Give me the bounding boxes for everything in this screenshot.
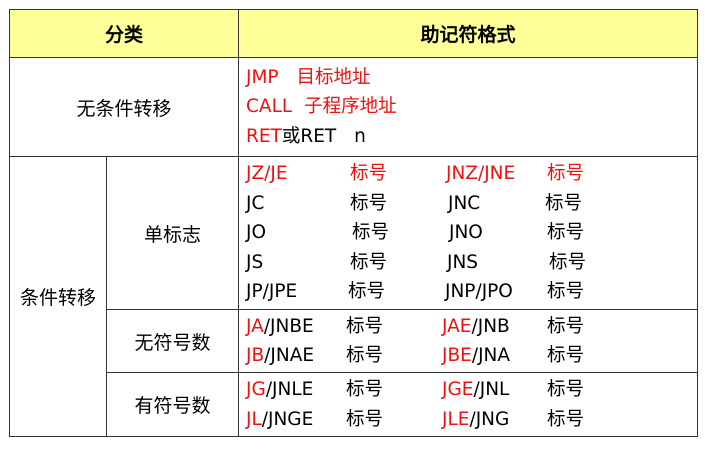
line-jc: JC 标号 JNC 标号 bbox=[246, 189, 697, 219]
tag-jb: 标号 bbox=[346, 345, 384, 366]
line-jb: JB/JNAE 标号 JBE/JNA 标号 bbox=[246, 341, 697, 371]
line-jo: JO 标号 JNO 标号 bbox=[246, 218, 697, 248]
jump-instruction-table: 分类 助记符格式 无条件转移 JMP 目标地址 CALL 子程序地址 RET或R… bbox=[8, 9, 699, 437]
line-ja: JA/JNBE 标号 JAE/JNB 标号 bbox=[246, 312, 697, 342]
tag-jg: 标号 bbox=[346, 379, 384, 400]
line-jp: JP/JPE 标号 JNP/JPO 标号 bbox=[246, 277, 697, 307]
tag-jo: 标号 bbox=[352, 222, 390, 244]
or-text: 或 bbox=[281, 125, 301, 147]
header-category: 分类 bbox=[8, 9, 240, 58]
arg-n: n bbox=[354, 125, 366, 147]
subcategory-single-flag: 单标志 bbox=[105, 156, 240, 310]
unsigned-content: JA/JNBE 标号 JAE/JNB 标号 JB/JNAE 标号 JBE/JNA… bbox=[238, 309, 699, 373]
op-jnl: /JNL bbox=[473, 379, 510, 400]
op-jz: JZ/JE bbox=[246, 163, 288, 185]
tag-jl: 标号 bbox=[346, 408, 384, 430]
op-jns: JNS bbox=[447, 251, 479, 273]
op-jno: JNO bbox=[449, 222, 483, 244]
op-jge: JGE bbox=[442, 379, 474, 400]
subcategory-signed: 有符号数 bbox=[105, 372, 240, 437]
op-jng: /JNG bbox=[469, 408, 510, 430]
op-js: JS bbox=[246, 251, 264, 273]
op-jle: JLE bbox=[442, 408, 470, 430]
unconditional-content: JMP 目标地址 CALL 子程序地址 RET或RET n bbox=[238, 57, 699, 157]
line-jl: JL/JNGE 标号 JLE/JNG 标号 bbox=[246, 405, 697, 435]
op-jg: JG bbox=[246, 379, 266, 400]
op-call: CALL bbox=[246, 96, 293, 118]
op-jae: JAE bbox=[442, 315, 472, 337]
signed-content: JG/JNLE 标号 JGE/JNL 标号 JL/JNGE 标号 JLE/JNG… bbox=[238, 372, 699, 437]
tag-jc: 标号 bbox=[350, 192, 388, 214]
op-jc: JC bbox=[246, 192, 265, 214]
op-jnb: /JNB bbox=[471, 315, 510, 337]
op-jna: /JNA bbox=[471, 345, 511, 366]
op-ja: JA bbox=[246, 315, 264, 337]
row-unconditional: 无条件转移 JMP 目标地址 CALL 子程序地址 RET或RET n bbox=[8, 57, 699, 157]
op-jp: JP/JPE bbox=[246, 281, 298, 303]
op-jnle: /JNLE bbox=[265, 379, 314, 400]
header-row: 分类 助记符格式 bbox=[8, 9, 699, 58]
tag-jno: 标号 bbox=[547, 222, 585, 244]
op-jnc: JNC bbox=[448, 192, 481, 214]
tag-jnz: 标号 bbox=[547, 163, 585, 185]
op-jnz: JNZ/JNE bbox=[446, 163, 516, 185]
op-jmp: JMP bbox=[246, 66, 279, 88]
line-jmp: JMP 目标地址 bbox=[246, 63, 697, 93]
op-jnae: /JNAE bbox=[264, 345, 315, 366]
op-ret-n: RET bbox=[300, 125, 337, 147]
category-unconditional: 无条件转移 bbox=[8, 57, 240, 157]
op-ret: RET bbox=[246, 125, 282, 147]
line-ret: RET或RET n bbox=[246, 122, 697, 152]
single-flag-content: JZ/JE 标号 JNZ/JNE 标号 JC 标号 JNC 标号 JO 标号 J… bbox=[238, 156, 699, 310]
op-jo: JO bbox=[246, 222, 267, 244]
line-jg: JG/JNLE 标号 JGE/JNL 标号 bbox=[246, 375, 697, 405]
op-jnbe: /JNBE bbox=[263, 315, 314, 337]
tag-jnc: 标号 bbox=[545, 192, 583, 214]
line-call: CALL 子程序地址 bbox=[246, 92, 697, 122]
tag-jle: 标号 bbox=[547, 408, 585, 430]
tag-jnp: 标号 bbox=[547, 281, 585, 303]
tag-jp: 标号 bbox=[348, 281, 386, 303]
op-jl: JL bbox=[246, 408, 262, 430]
line-jz: JZ/JE 标号 JNZ/JNE 标号 bbox=[246, 159, 697, 189]
tag-jz: 标号 bbox=[350, 163, 388, 185]
row-signed: 有符号数 JG/JNLE 标号 JGE/JNL 标号 JL/JNGE 标号 JL… bbox=[10, 372, 699, 437]
line-js: JS 标号 JNS 标号 bbox=[246, 248, 697, 278]
subcategory-unsigned: 无符号数 bbox=[105, 309, 240, 373]
tag-jbe: 标号 bbox=[547, 345, 585, 366]
tag-jge: 标号 bbox=[547, 379, 585, 400]
arg-subroutine-address: 子程序地址 bbox=[304, 96, 397, 118]
category-conditional: 条件转移 bbox=[9, 156, 107, 437]
op-jb: JB bbox=[246, 345, 265, 366]
op-jbe: JBE bbox=[442, 345, 472, 366]
row-unsigned: 无符号数 JA/JNBE 标号 JAE/JNB 标号 JB/JNAE 标号 JB… bbox=[10, 309, 699, 373]
arg-target-address: 目标地址 bbox=[296, 66, 371, 88]
op-jnge: /JNGE bbox=[261, 408, 314, 430]
op-jnp: JNP/JPO bbox=[445, 281, 513, 303]
row-single-flag: 条件转移 单标志 JZ/JE 标号 JNZ/JNE 标号 JC 标号 JNC 标… bbox=[9, 156, 699, 437]
tag-jns: 标号 bbox=[549, 251, 587, 273]
header-mnemonic: 助记符格式 bbox=[238, 9, 699, 58]
tag-ja: 标号 bbox=[346, 315, 384, 337]
tag-js: 标号 bbox=[350, 251, 388, 273]
tag-jae: 标号 bbox=[547, 315, 585, 337]
